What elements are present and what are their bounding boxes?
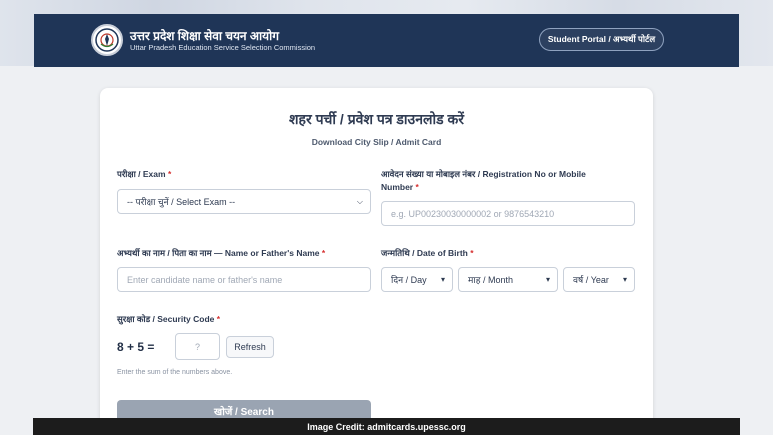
exam-label-text: परीक्षा / Exam — [117, 169, 166, 179]
required-mark: * — [216, 314, 221, 324]
registration-placeholder: e.g. UP00230030000002 or 9876543210 — [391, 208, 555, 219]
captcha-input[interactable]: ? — [175, 333, 220, 360]
emblem-logo-icon — [91, 24, 123, 56]
registration-input[interactable]: e.g. UP00230030000002 or 9876543210 — [381, 201, 635, 226]
site-header: उत्तर प्रदेश शिक्षा सेवा चयन आयोग Uttar … — [34, 14, 739, 67]
name-input[interactable]: Enter candidate name or father's name — [117, 267, 371, 292]
chevron-down-icon: ⌵ — [356, 197, 363, 206]
security-label-text: सुरक्षा कोड / Security Code — [117, 314, 215, 324]
dob-year-value: वर्ष / Year — [573, 275, 609, 285]
registration-label-line1: आवेदन संख्या या मोबाइल नंबर / Registrati… — [381, 169, 586, 179]
org-name-english: Uttar Pradesh Education Service Selectio… — [130, 43, 316, 52]
dob-day-select[interactable]: दिन / Day ▾ — [381, 267, 453, 292]
name-placeholder: Enter candidate name or father's name — [127, 274, 283, 285]
image-credit-caption: Image Credit: admitcards.upessc.org — [33, 418, 740, 435]
org-name-hindi: उत्तर प्रदेश शिक्षा सेवा चयन आयोग — [130, 29, 280, 43]
dob-month-select[interactable]: माह / Month ▾ — [458, 267, 558, 292]
form-subtitle: Download City Slip / Admit Card — [311, 137, 442, 147]
chevron-down-icon: ▾ — [622, 275, 627, 284]
exam-label: परीक्षा / Exam * — [117, 168, 171, 181]
captcha-question: 8 + 5 = — [117, 340, 155, 354]
dob-label: जन्मतिथि / Date of Birth * — [381, 247, 474, 260]
dob-month-value: माह / Month — [468, 275, 514, 285]
captcha-hint: Enter the sum of the numbers above. — [117, 369, 233, 376]
required-mark: * — [321, 248, 326, 258]
required-mark: * — [415, 182, 419, 192]
form-title: शहर पर्ची / प्रवेश पत्र डाउनलोड करें — [289, 111, 464, 127]
registration-label-line2: Number — [381, 182, 414, 192]
security-label: सुरक्षा कोड / Security Code * — [117, 313, 220, 326]
registration-label: आवेदन संख्या या मोबाइल नंबर / Registrati… — [381, 168, 631, 194]
chevron-down-icon: ▾ — [440, 275, 445, 284]
dob-year-select[interactable]: वर्ष / Year ▾ — [563, 267, 635, 292]
chevron-down-icon: ▾ — [545, 275, 550, 284]
admit-card-form: शहर पर्ची / प्रवेश पत्र डाउनलोड करें Dow… — [100, 88, 653, 435]
exam-select[interactable]: -- परीक्षा चुनें / Select Exam -- ⌵ — [117, 189, 371, 214]
dob-label-text: जन्मतिथि / Date of Birth — [381, 248, 468, 258]
dob-day-value: दिन / Day — [391, 275, 427, 285]
required-mark: * — [167, 169, 172, 179]
required-mark: * — [470, 248, 474, 258]
name-label: अभ्यर्थी का नाम / पिता का नाम — Name or … — [117, 247, 325, 260]
student-portal-button[interactable]: Student Portal / अभ्यर्थी पोर्टल — [539, 28, 664, 51]
name-label-text: अभ्यर्थी का नाम / पिता का नाम — Name or … — [117, 248, 320, 258]
exam-select-value: -- परीक्षा चुनें / Select Exam -- — [127, 197, 236, 207]
refresh-button[interactable]: Refresh — [226, 336, 274, 358]
